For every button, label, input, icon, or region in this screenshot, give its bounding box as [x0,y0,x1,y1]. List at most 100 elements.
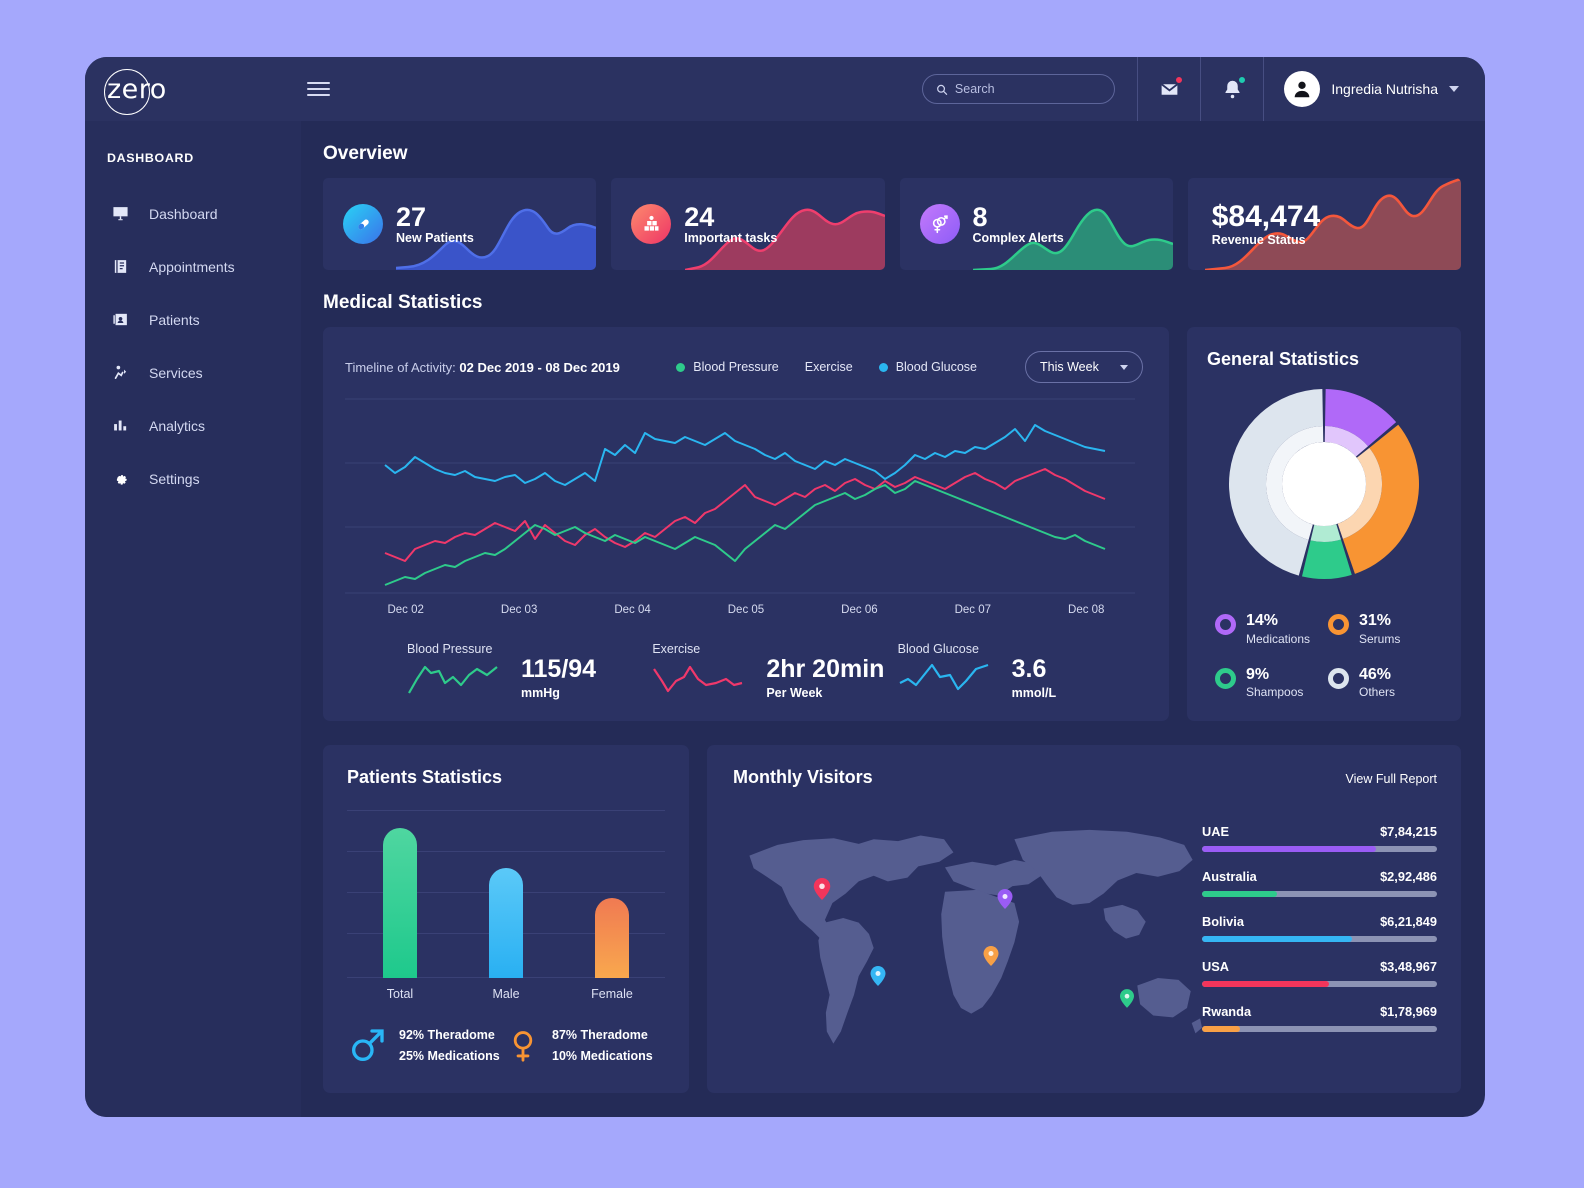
medical-statistics-title: Medical Statistics [323,292,483,313]
x-tick: Dec 08 [1068,604,1105,616]
mail-badge [1175,76,1184,84]
country-name: Australia [1202,869,1257,885]
world-map-svg [749,830,1202,1044]
map-pin-icon [1119,988,1134,1008]
chart-legend: Blood Pressure Exercise Blood Glucose Th… [676,351,1143,383]
australia-pin[interactable] [1119,988,1134,1013]
legend-percent: 14% [1246,612,1279,629]
user-menu[interactable]: Ingredia Nutrisha [1264,71,1485,107]
monthly-visitors-panel: Monthly Visitors View Full Report UAE $7… [707,745,1461,1094]
card-new-patients[interactable]: 27 New Patients [323,178,597,270]
body: DASHBOARD Dashboard Appointments Patient… [85,121,1485,1117]
country-name: USA [1202,959,1230,975]
logo[interactable]: zero [85,68,301,115]
progress-track [1202,891,1437,898]
user-name: Ingredia Nutrisha [1331,81,1438,97]
card-value: 27 [396,201,427,232]
top-bar: zero Search Ingredia Nutrisha [85,57,1485,121]
x-tick: Dec 02 [387,604,424,616]
legend-others[interactable]: 46% Others [1328,665,1441,700]
legend-exercise[interactable]: Exercise [805,360,853,374]
map-pin-icon [997,888,1013,909]
metric-unit: mmHg [521,686,560,700]
country-row-uae[interactable]: UAE $7,84,215 [1202,824,1437,853]
metric-unit: Per Week [766,686,823,700]
country-row-bolivia[interactable]: Bolivia $6,21,849 [1202,914,1437,943]
search-field[interactable] [954,82,1102,96]
monthly-visitors-header: Monthly Visitors View Full Report [733,767,1437,788]
monthly-visitors-body: UAE $7,84,215 Australia $2,92,486 Bolivi… [733,798,1437,1073]
x-tick: Dec 05 [727,604,765,616]
legend-blood-glucose[interactable]: Blood Glucose [878,360,977,374]
map-pin-icon [870,965,886,986]
logo-ring-icon [104,68,150,115]
legend-percent: 46% [1359,665,1392,683]
legend-dot [676,362,686,372]
country-row-usa[interactable]: USA $3,48,967 [1202,959,1437,988]
sidebar-item-analytics[interactable]: Analytics [85,399,301,452]
tasks-icon [631,204,672,244]
country-value: $2,92,486 [1380,869,1437,885]
x-tick: Dec 03 [500,604,538,616]
bolivia-pin[interactable] [870,965,886,991]
mail-button[interactable] [1138,57,1200,121]
female-stat-2: 10% Medications [552,1049,653,1064]
progress-track [1202,936,1437,943]
notifications-button[interactable] [1201,57,1263,121]
bar-male [453,810,559,979]
gear-icon [111,470,129,488]
sidebar-item-dashboard[interactable]: Dashboard [85,187,301,240]
hamburger-icon[interactable] [307,82,330,96]
sidebar-item-label: Appointments [149,258,235,275]
legend-percent: 31% [1359,612,1392,629]
range-select[interactable]: This Week [1025,351,1143,383]
monitor-icon [111,205,129,222]
sidebar-item-label: Settings [149,470,200,487]
metric-sparkline [899,663,989,691]
general-statistics-panel: General Statistics 14% Medications 31% S… [1187,327,1461,722]
legend-serums[interactable]: 31% Serums [1328,612,1441,646]
legend-name: Others [1359,685,1396,700]
bar-labels: Total Male Female [347,987,665,1001]
view-full-report-link[interactable]: View Full Report [1346,772,1437,786]
progress-track [1202,1026,1437,1033]
timeline-range: 02 Dec 2019 - 08 Dec 2019 [459,359,620,375]
usa-pin[interactable] [813,878,831,905]
patients-bar-chart [347,810,665,979]
search-input[interactable] [922,74,1116,104]
card-important-tasks[interactable]: 24 Important tasks [611,178,885,270]
sidebar-item-appointments[interactable]: Appointments [85,240,301,293]
sidebar-title: DASHBOARD [107,151,194,165]
world-map[interactable] [733,798,1202,1073]
card-revenue-status[interactable]: $84,474 Revenue Status [1187,178,1461,270]
legend-medications[interactable]: 14% Medications [1215,612,1328,646]
country-name: Rwanda [1202,1004,1252,1020]
card-label: Important tasks [684,231,778,246]
legend-blood-pressure[interactable]: Blood Pressure [676,360,779,374]
metric-value: 115/94 [521,654,597,683]
sidebar-item-settings[interactable]: Settings [85,452,301,505]
country-row-rwanda[interactable]: Rwanda $1,78,969 [1202,1004,1437,1033]
rwanda-pin[interactable] [983,946,999,971]
metric-sparkline [653,665,743,693]
card-value: $84,474 [1211,200,1321,234]
country-row-australia[interactable]: Australia $2,92,486 [1202,869,1437,898]
metric-label: Blood Glucose [897,642,979,656]
sidebar-item-services[interactable]: Services [85,346,301,399]
metric-blood-pressure: Blood Pressure 115/94 mmHg [407,642,652,700]
legend-shampoos[interactable]: 9% Shampoos [1215,666,1328,700]
bar-chart-icon [111,417,129,434]
sidebar-item-patients[interactable]: Patients [85,293,301,346]
id-card-icon [111,311,129,328]
timeline-label: Timeline of Activity: 02 Dec 2019 - 08 D… [345,360,620,375]
male-stats: 92% Theradome 25% Medications [347,1021,506,1070]
legend-ring-icon [1215,667,1236,689]
notification-badge [1238,76,1247,84]
legend-name: Shampoos [1246,685,1304,700]
card-complex-alerts[interactable]: 8 Complex Alerts [899,178,1173,270]
uae-pin[interactable] [997,888,1013,914]
legend-ring-icon [1328,614,1349,635]
content: Overview 27 New Patients 24 Important ta… [301,121,1485,1117]
metrics-row: Blood Pressure 115/94 mmHg Exercise 2hr … [345,642,1143,700]
country-value: $6,21,849 [1380,914,1437,930]
